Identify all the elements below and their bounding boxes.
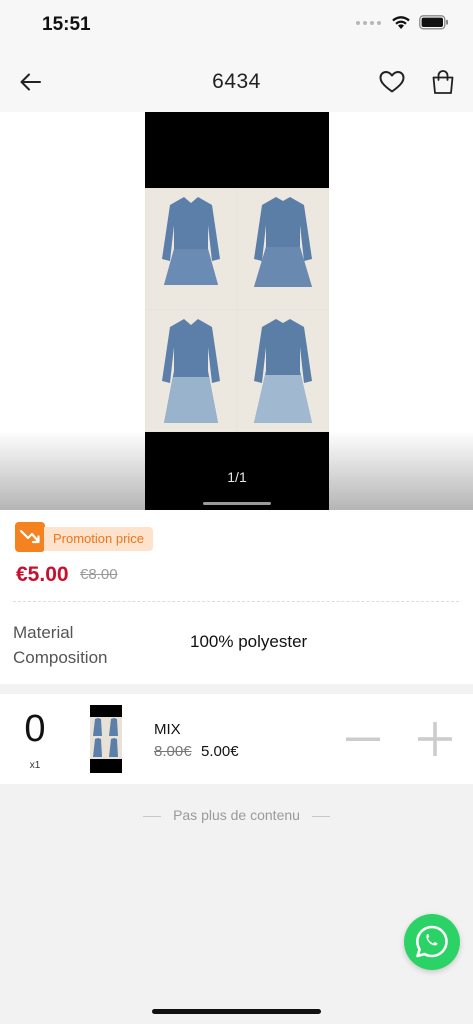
wifi-icon [392,16,410,29]
image-counter: 1/1 [227,469,247,485]
dress-front-ombre-photo [146,311,236,431]
product-photo-collage [145,188,329,432]
variant-new-price: 5.00€ [201,743,239,760]
divider [311,815,330,817]
price-section: Promotion price €5.00 €8.00 Material Com… [0,510,473,684]
decrease-quantity-button[interactable] [344,723,382,755]
dress-back-photo [238,189,328,309]
variant-old-price: 8.00€ [154,743,192,760]
dress-front-photo [146,189,236,309]
battery-icon [419,15,448,30]
variant-name: MIX [154,721,181,738]
status-icons [356,15,449,30]
attribute-label: Material Composition [13,623,108,667]
whatsapp-button[interactable] [404,914,460,970]
original-price: €8.00 [80,566,118,583]
divider [13,601,459,602]
product-image[interactable]: 1/1 [145,112,329,510]
signal-dots-icon [356,20,381,25]
current-price: €5.00 [16,563,69,586]
end-of-content: Pas plus de contenu [0,807,473,823]
end-of-content-text: Pas plus de contenu [173,807,300,823]
product-gallery[interactable]: 1/1 [0,112,473,510]
quantity-value: 0 [24,708,46,750]
increase-quantity-button[interactable] [416,720,454,758]
quantity-unit: x1 [29,760,41,771]
attribute-value: 100% polyester [190,632,308,651]
heart-icon[interactable] [379,70,405,94]
home-indicator [152,1009,321,1014]
shopping-bag-icon[interactable] [430,69,456,95]
top-app-bar: 6434 [0,50,473,112]
divider [143,815,162,817]
variant-thumbnail[interactable] [90,705,122,773]
whatsapp-icon [416,925,448,958]
status-time: 15:51 [42,14,91,35]
dress-back-ombre-photo [238,311,328,431]
status-bar: 15:51 [0,0,473,50]
trend-down-icon [15,522,45,552]
image-scroll-indicator [203,502,271,505]
promotion-badge: Promotion price [44,527,154,551]
variant-row: 0 x1 MIX 8.00€ 5.00€ [0,694,473,784]
